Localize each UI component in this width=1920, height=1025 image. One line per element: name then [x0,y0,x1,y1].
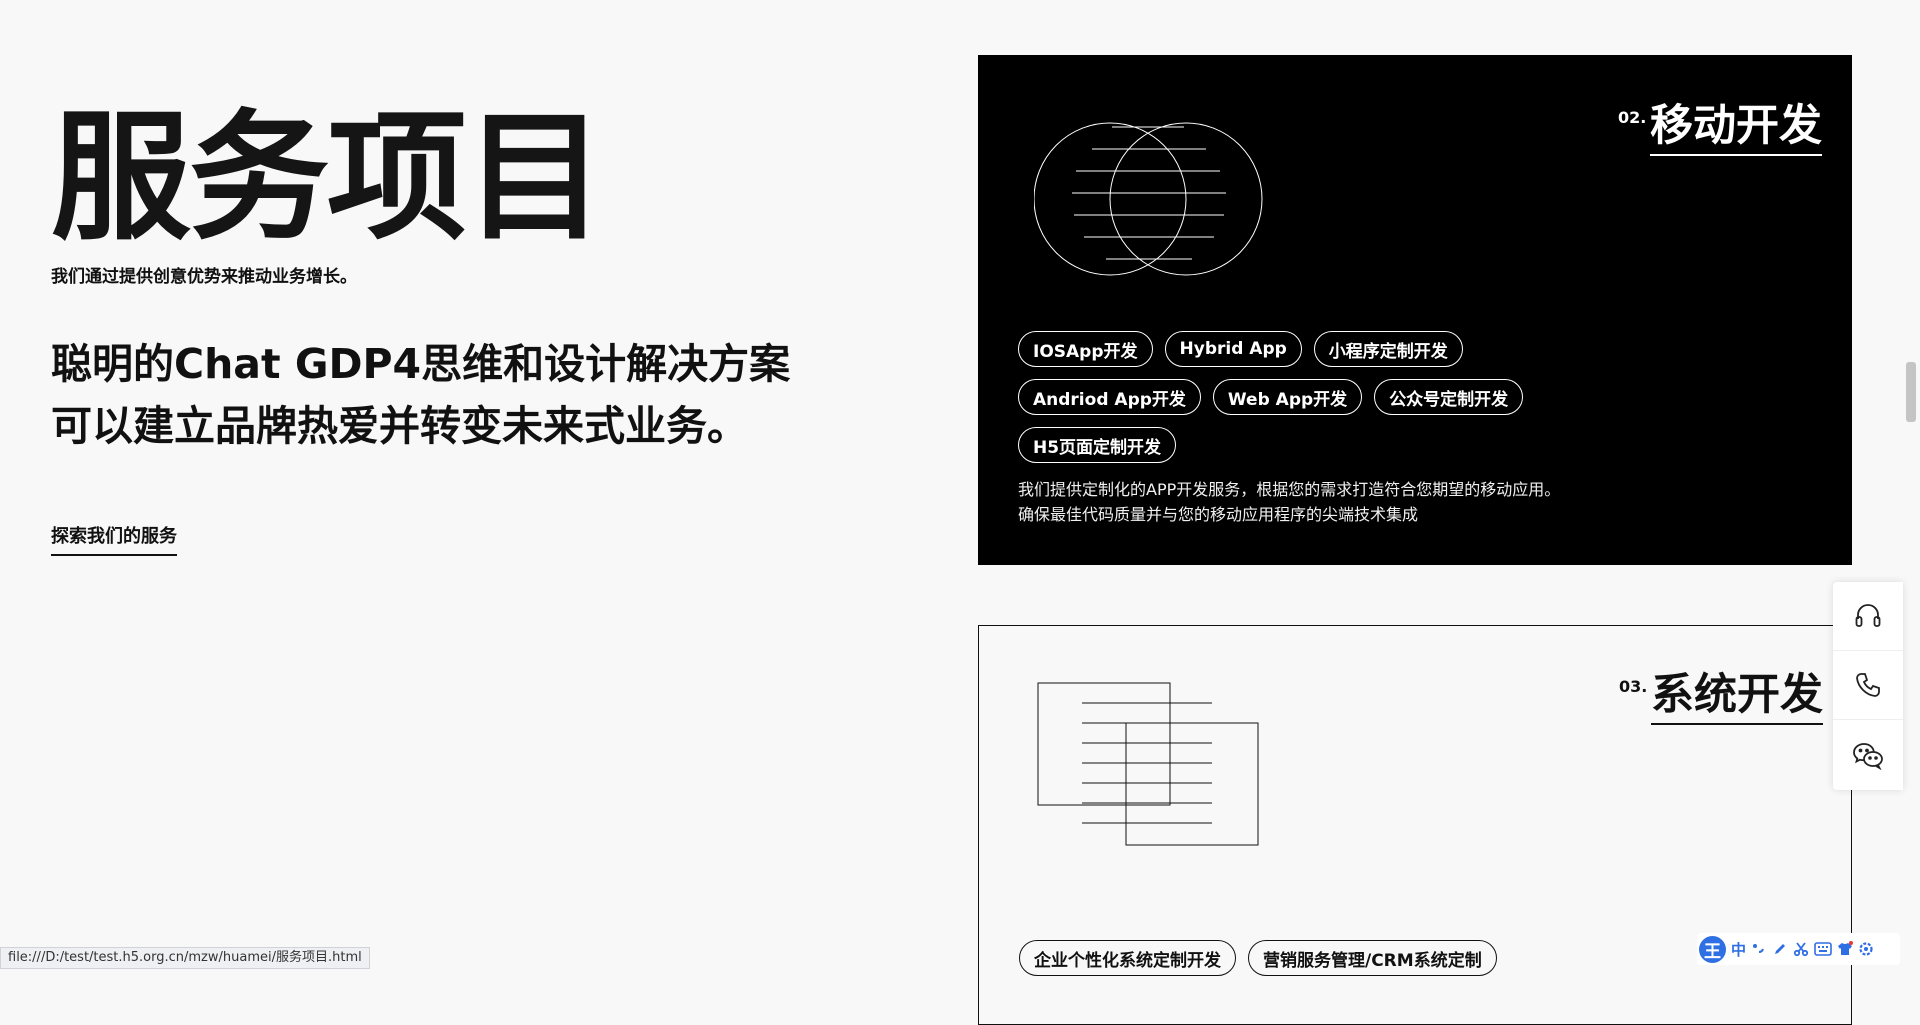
tag-official-account[interactable]: 公众号定制开发 [1374,379,1524,415]
ime-toolbar: 王 中 [1697,933,1900,965]
keyboard-icon[interactable] [1814,942,1832,956]
wechat-icon [1853,742,1883,770]
page-title: 服务项目 [51,97,605,260]
phone-icon [1856,673,1880,697]
tag-mini-program[interactable]: 小程序定制开发 [1313,331,1463,367]
headset-icon [1855,604,1881,627]
scissors-icon[interactable] [1793,941,1809,957]
tag-web-app[interactable]: Web App开发 [1212,379,1363,415]
customer-service-button[interactable] [1833,582,1903,651]
card-number: 03. [1619,677,1648,696]
hero-text: 聪明的Chat GDP4思维和设计解决方案 可以建立品牌热爱并转变未来式业务。 [51,333,790,457]
tag-hybrid-app[interactable]: Hybrid App [1164,331,1302,367]
service-card-system: 03. 系统开发 企业个性化系统定制开发 营销服务管理/CRM系统定制 [978,625,1852,1025]
ime-mode-toggle[interactable]: 中 [1731,939,1746,960]
tag-crm-system[interactable]: 营销服务管理/CRM系统定制 [1248,940,1497,976]
tag-list: IOSApp开发 Hybrid App 小程序定制开发 Andriod App开… [1018,331,1578,463]
card-title: 系统开发 [1651,669,1823,725]
tag-h5-page[interactable]: H5页面定制开发 [1018,427,1177,463]
hero-line: 可以建立品牌热爱并转变未来式业务。 [51,402,748,450]
system-dev-illustration [1037,682,1259,846]
shirt-icon[interactable] [1837,941,1854,957]
ime-logo[interactable]: 王 [1699,935,1726,963]
tag-enterprise-system[interactable]: 企业个性化系统定制开发 [1019,940,1236,976]
tag-android-app[interactable]: Andriod App开发 [1018,379,1201,415]
settings-icon[interactable] [1858,941,1874,957]
tag-ios-app[interactable]: IOSApp开发 [1018,331,1153,367]
scrollbar-thumb[interactable] [1906,362,1916,422]
card-title: 移动开发 [1650,100,1822,156]
contact-float-bar [1833,582,1903,790]
description-line: 我们提供定制化的APP开发服务，根据您的需求打造符合您期望的移动应用。 [1018,480,1561,499]
status-bar-url: file:///D:/test/test.h5.org.cn/mzw/huame… [0,947,370,969]
hero-line: 聪明的Chat GDP4思维和设计解决方案 [51,340,791,388]
description-line: 确保最佳代码质量并与您的移动应用程序的尖端技术集成 [1018,505,1419,524]
explore-services-link[interactable]: 探索我们的服务 [51,522,177,556]
card-description: 我们提供定制化的APP开发服务，根据您的需求打造符合您期望的移动应用。 确保最佳… [1018,477,1560,527]
punctuation-icon[interactable] [1751,941,1767,957]
card-number: 02. [1618,108,1647,127]
service-card-mobile: 02. 移动开发 IOSApp开发 Hybrid App 小程序定制开发 And… [978,55,1852,565]
wechat-button[interactable] [1833,720,1903,789]
phone-button[interactable] [1833,651,1903,720]
pen-icon[interactable] [1772,941,1788,957]
page-subtitle: 我们通过提供创意优势来推动业务增长。 [51,267,357,287]
tag-list: 企业个性化系统定制开发 营销服务管理/CRM系统定制 [1019,940,1579,976]
mobile-dev-illustration [1034,122,1263,276]
